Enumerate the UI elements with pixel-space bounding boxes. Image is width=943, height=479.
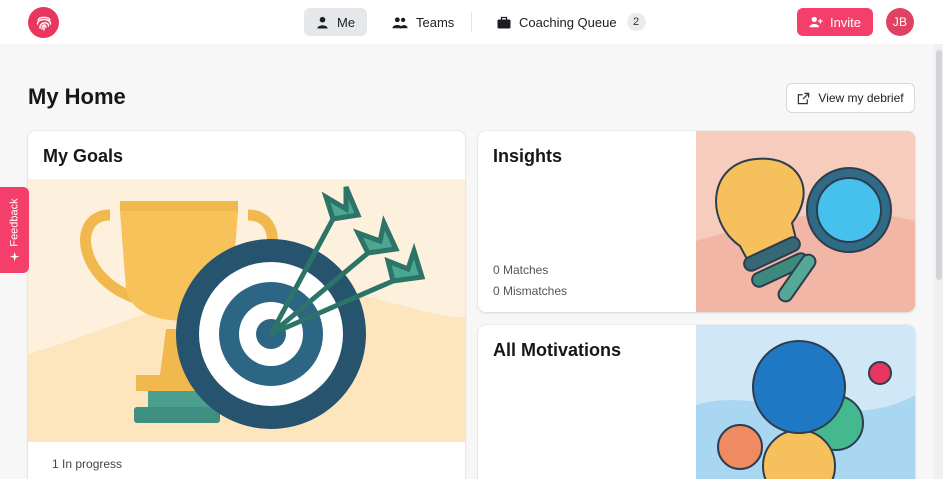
fingerprint-logo-icon[interactable] xyxy=(28,7,59,38)
magnifier-icon xyxy=(806,167,892,253)
people-icon xyxy=(392,16,408,28)
tab-teams-label: Teams xyxy=(416,14,455,30)
person-icon xyxy=(317,16,328,29)
tab-coaching-queue-label: Coaching Queue xyxy=(519,14,617,30)
user-avatar[interactable]: JB xyxy=(886,8,914,36)
tab-me-label: Me xyxy=(337,14,356,30)
scrollbar-thumb[interactable] xyxy=(936,50,942,280)
view-debrief-button[interactable]: View my debrief xyxy=(786,83,915,113)
top-navigation: Me Teams Coaching Queue 2 Invite JB xyxy=(0,0,943,44)
my-goals-title: My Goals xyxy=(43,146,124,166)
insights-matches: 0 Matches xyxy=(493,263,549,277)
invite-button-label: Invite xyxy=(829,14,862,30)
all-motivations-card[interactable]: All Motivations xyxy=(478,325,915,479)
insights-card[interactable]: Insights 0 Matches 0 Mismatches xyxy=(478,131,915,312)
tab-teams[interactable]: Teams xyxy=(380,8,466,36)
insights-title: Insights xyxy=(493,146,563,166)
insights-illustration xyxy=(696,131,915,312)
sparkle-icon xyxy=(9,251,20,262)
invite-button[interactable]: Invite xyxy=(797,8,873,36)
insights-mismatches: 0 Mismatches xyxy=(493,284,568,298)
feedback-tab[interactable]: Feedback xyxy=(0,187,29,273)
add-user-icon xyxy=(809,16,823,28)
briefcase-icon xyxy=(497,16,511,28)
all-motivations-title: All Motivations xyxy=(493,340,622,360)
nav-divider xyxy=(471,12,472,32)
view-debrief-label: View my debrief xyxy=(818,91,904,105)
coaching-queue-count-badge: 2 xyxy=(626,13,646,31)
motivations-illustration xyxy=(696,325,915,479)
my-goals-card[interactable]: My Goals 1 In progress xyxy=(28,131,465,479)
tab-me[interactable]: Me xyxy=(304,8,368,36)
external-link-icon xyxy=(798,92,810,104)
tab-coaching-queue[interactable]: Coaching Queue 2 xyxy=(485,8,658,36)
goals-illustration xyxy=(28,179,465,442)
page-title: My Home xyxy=(28,84,126,109)
feedback-label: Feedback xyxy=(8,198,21,247)
goals-status: 1 In progress xyxy=(52,457,123,471)
